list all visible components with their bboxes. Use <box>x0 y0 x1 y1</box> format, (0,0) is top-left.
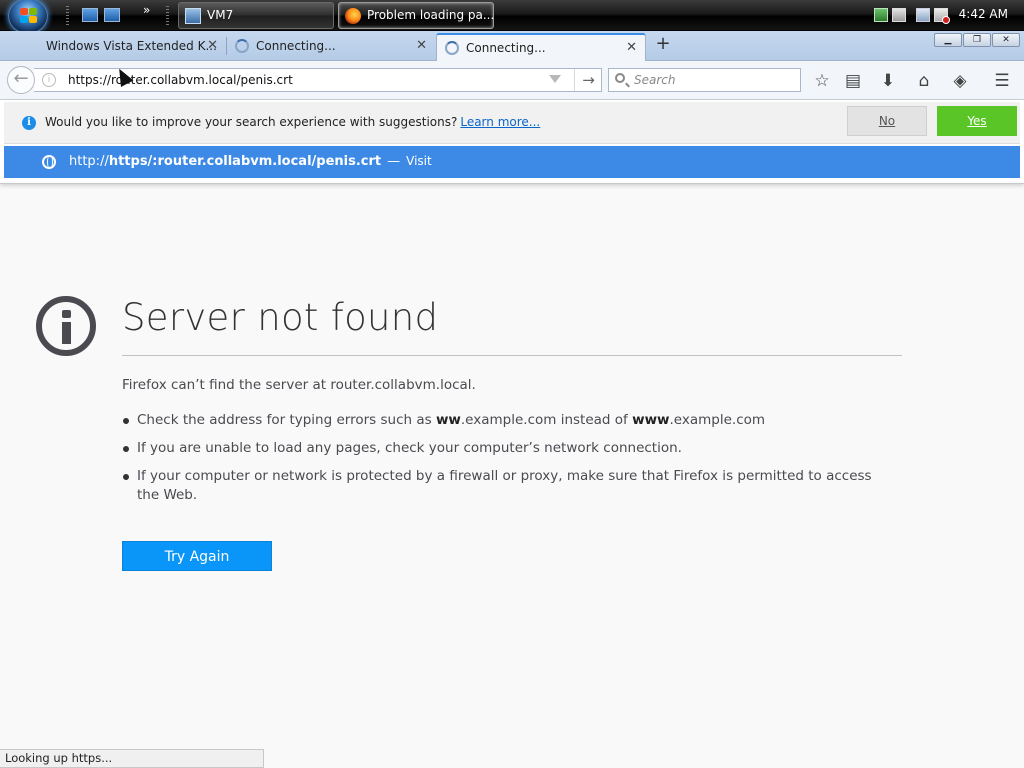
search-suggestions-prompt: i Would you like to improve your search … <box>4 102 1020 144</box>
loading-spinner-icon <box>445 41 459 55</box>
info-icon <box>36 296 96 356</box>
pocket-icon[interactable]: ◈ <box>949 70 971 92</box>
toolbar-grip[interactable] <box>166 6 169 26</box>
suggestions-question-text: Would you like to improve your search ex… <box>45 115 458 129</box>
error-suggestions-list: Check the address for typing errors such… <box>122 411 892 514</box>
suggestions-question: Would you like to improve your search ex… <box>45 115 540 129</box>
tab-connecting-active[interactable]: Connecting... ✕ <box>436 33 646 61</box>
search-input[interactable]: Search <box>634 73 676 87</box>
close-icon[interactable]: ✕ <box>416 33 427 59</box>
tab-strip: Windows Vista Extended K... ✕ Connecting… <box>0 31 1024 61</box>
security-shield-icon[interactable] <box>874 8 888 22</box>
bullet-bold: www <box>632 412 670 428</box>
taskbar-button-label: VM7 <box>207 8 234 22</box>
bookmark-star-icon[interactable]: ☆ <box>811 70 833 92</box>
info-icon[interactable]: i <box>42 73 56 87</box>
system-tray: 4:42 AM <box>872 0 1024 31</box>
result-separator: — <box>387 154 401 169</box>
taskbar-button-vm7[interactable]: VM7 <box>178 2 334 29</box>
list-item: Check the address for typing errors such… <box>122 411 892 430</box>
tab-label: Connecting... <box>466 41 546 55</box>
globe-icon <box>42 155 56 169</box>
tab-label: Windows Vista Extended K... <box>46 39 217 53</box>
reading-list-icon[interactable]: ▤ <box>842 70 864 92</box>
volume-muted-icon[interactable] <box>934 8 950 24</box>
home-icon[interactable]: ⌂ <box>913 70 935 92</box>
list-item: If your computer or network is protected… <box>122 467 892 505</box>
go-arrow-icon[interactable]: → <box>574 69 602 91</box>
quicklaunch-overflow-button[interactable]: » <box>143 3 150 17</box>
result-action: Visit <box>406 154 432 168</box>
bullet-text: .example.com <box>669 412 766 428</box>
bullet-bold: ww <box>435 412 461 428</box>
url-input[interactable]: https://router.collabvm.local/penis.crt <box>68 73 293 87</box>
tab-connecting[interactable]: Connecting... ✕ <box>227 33 435 61</box>
tab-label: Connecting... <box>256 39 336 53</box>
navigation-bar: i https://router.collabvm.local/penis.cr… <box>0 61 1024 100</box>
close-icon[interactable]: ✕ <box>626 35 637 61</box>
autocomplete-result-row[interactable]: http://https/:router.collabvm.local/peni… <box>4 146 1020 178</box>
info-icon: i <box>22 116 36 130</box>
result-url-host: https/:router.collabvm.local/penis.crt <box>108 154 382 169</box>
list-item: If you are unable to load any pages, che… <box>122 439 892 458</box>
divider <box>122 355 902 356</box>
close-icon[interactable]: ✕ <box>207 33 218 59</box>
firefox-icon <box>345 8 361 24</box>
display-icon[interactable] <box>916 8 930 22</box>
page-title: Server not found <box>122 296 439 339</box>
status-panel: Looking up https... <box>0 749 264 768</box>
search-box[interactable]: Search <box>608 68 801 92</box>
try-again-button[interactable]: Try Again <box>122 541 272 571</box>
menu-icon[interactable]: ☰ <box>991 70 1013 92</box>
network-icon[interactable] <box>892 8 906 22</box>
bullet-text: Check the address for typing errors such… <box>137 412 436 428</box>
new-tab-button[interactable]: + <box>652 34 674 56</box>
windows-flag-icon <box>20 8 38 24</box>
result-url: http://https/:router.collabvm.local/peni… <box>69 154 432 169</box>
restore-button[interactable]: ❐ <box>963 33 991 47</box>
error-description: Firefox can’t find the server at router.… <box>122 377 476 393</box>
minimize-button[interactable]: ▁ <box>934 33 962 47</box>
close-window-button[interactable]: ✕ <box>992 33 1020 47</box>
toolbar-grip[interactable] <box>66 6 69 26</box>
switch-windows-icon[interactable] <box>104 8 120 22</box>
search-icon <box>615 73 625 83</box>
no-button[interactable]: No <box>847 106 927 136</box>
window-icon <box>185 8 201 24</box>
taskbar-button-label: Problem loading pa... <box>367 8 494 22</box>
taskbar-button-firefox[interactable]: Problem loading pa... <box>338 2 494 29</box>
back-button[interactable]: ← <box>7 66 35 94</box>
downloads-icon[interactable]: ⬇ <box>877 70 899 92</box>
start-orb-icon[interactable] <box>8 0 48 34</box>
loading-spinner-icon <box>235 39 249 53</box>
result-url-prefix: http:// <box>69 154 109 169</box>
windows-taskbar: » VM7 Problem loading pa... 4:42 AM <box>0 0 1024 34</box>
show-desktop-icon[interactable] <box>82 8 98 22</box>
tab-windows-vista[interactable]: Windows Vista Extended K... ✕ <box>0 33 226 61</box>
history-dropdown-icon[interactable] <box>549 75 561 83</box>
learn-more-link[interactable]: Learn more... <box>460 115 540 129</box>
clock[interactable]: 4:42 AM <box>959 7 1008 21</box>
yes-button[interactable]: Yes <box>937 106 1017 136</box>
autocomplete-popup: i Would you like to improve your search … <box>0 100 1024 184</box>
bullet-text: .example.com instead of <box>460 412 633 428</box>
